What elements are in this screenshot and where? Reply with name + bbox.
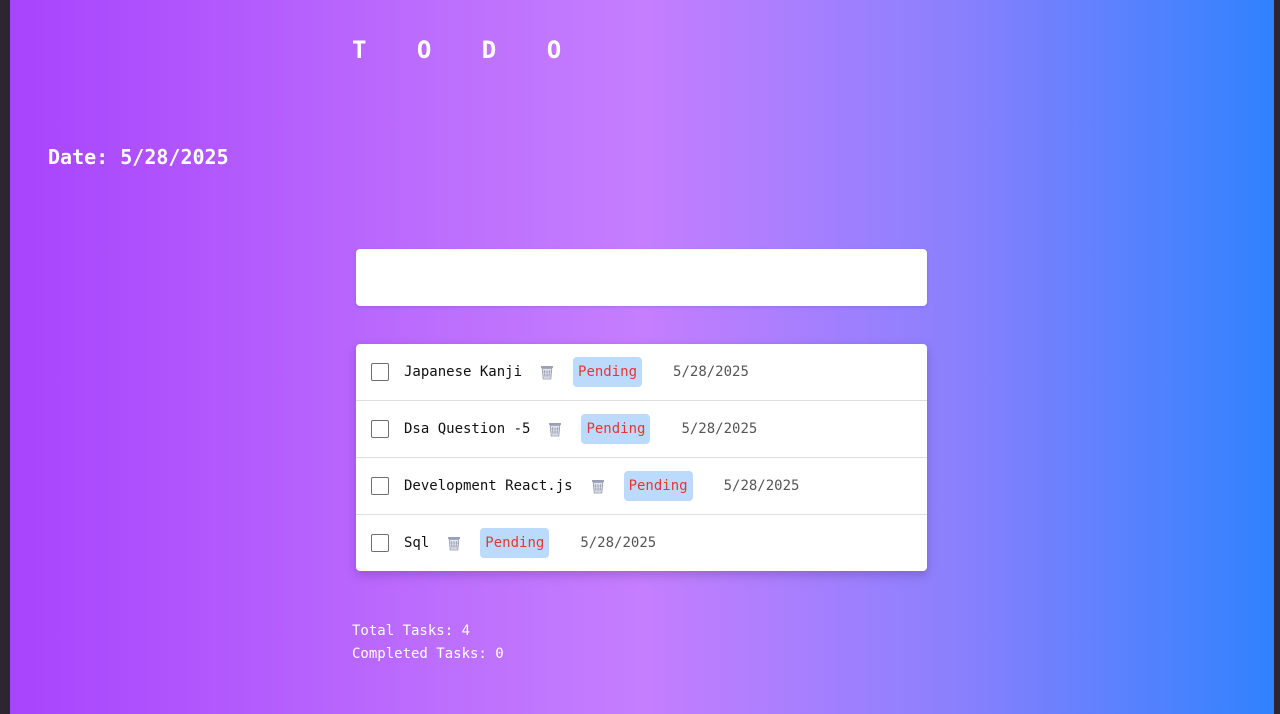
total-tasks: Total Tasks: 4 [352, 623, 471, 639]
task-date: 5/28/2025 [681, 421, 758, 437]
status-badge[interactable]: Pending [581, 414, 651, 444]
task-stats: Total Tasks: 4 Completed Tasks: 0 [352, 620, 504, 666]
trash-icon[interactable] [589, 477, 607, 495]
current-date: Date: 5/28/2025 [48, 145, 229, 169]
task-name: Japanese Kanji [404, 364, 523, 380]
window-edge-right [1274, 0, 1280, 714]
task-input[interactable] [356, 249, 927, 306]
task-date: 5/28/2025 [580, 535, 657, 551]
task-row: Development React.js Pending 5/28/2025 [356, 458, 927, 515]
status-badge[interactable]: Pending [573, 357, 643, 387]
trash-icon[interactable] [546, 420, 564, 438]
trash-icon[interactable] [538, 363, 556, 381]
task-date: 5/28/2025 [673, 364, 749, 380]
task-checkbox[interactable] [371, 420, 389, 438]
app-title: T O D O [352, 36, 580, 64]
trash-icon[interactable] [445, 534, 463, 552]
task-row: Sql Pending 5/28/2025 [356, 515, 927, 571]
task-checkbox[interactable] [371, 477, 389, 495]
task-checkbox[interactable] [371, 534, 389, 552]
task-date: 5/28/2025 [723, 478, 800, 494]
todo-app: T O D O Date: 5/28/2025 Japanese Kanji P… [10, 0, 1274, 714]
window-edge-left [0, 0, 10, 714]
task-list: Japanese Kanji Pending 5/28/2025 Dsa Que… [356, 344, 927, 571]
task-name: Sql [404, 535, 430, 551]
task-name: Development React.js [404, 478, 573, 494]
status-badge[interactable]: Pending [623, 471, 693, 501]
completed-tasks: Completed Tasks: 0 [352, 646, 504, 662]
task-row: Japanese Kanji Pending 5/28/2025 [356, 344, 927, 401]
task-row: Dsa Question -5 Pending 5/28/2025 [356, 401, 927, 458]
task-checkbox[interactable] [371, 363, 389, 381]
status-badge[interactable]: Pending [480, 528, 550, 558]
task-name: Dsa Question -5 [404, 421, 531, 437]
